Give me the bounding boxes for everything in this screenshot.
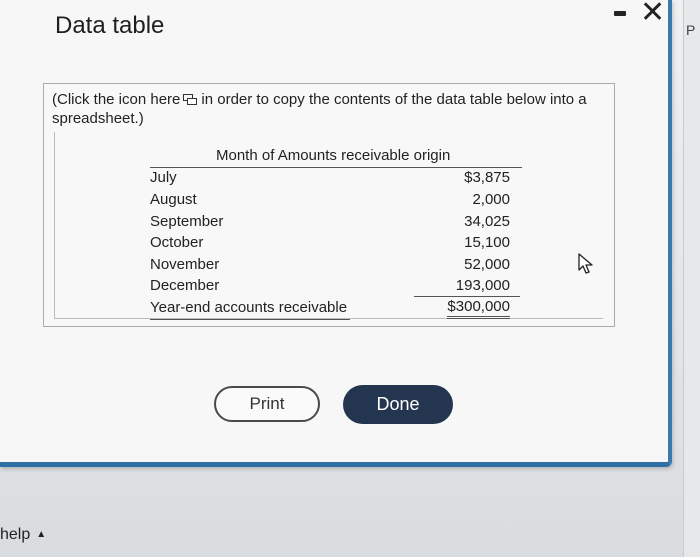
total-label: Year-end accounts receivable: [150, 299, 348, 316]
receivables-table: Month of Amounts receivable origin July …: [54, 84, 603, 322]
header-rule: [150, 167, 522, 168]
dialog-title: Data table: [55, 12, 165, 39]
row-amount-december: 193,000: [455, 277, 510, 294]
subtotal-rule: [414, 296, 520, 297]
print-button[interactable]: Print: [214, 386, 320, 422]
close-icon[interactable]: ✕: [640, 0, 665, 28]
edge-peek-text: P: [686, 22, 696, 38]
total-label-rule: [150, 319, 350, 320]
row-label-july: July: [150, 169, 177, 186]
row-label-september: September: [150, 213, 224, 230]
help-label: help: [0, 526, 31, 543]
data-table-panel: (Click the icon here in order to copy the…: [43, 83, 615, 327]
row-amount-september: 34,025: [464, 213, 510, 230]
minimize-icon[interactable]: [614, 11, 626, 16]
row-label-october: October: [150, 234, 204, 251]
row-amount-november: 52,000: [464, 256, 510, 273]
total-amount: $300,000: [447, 298, 510, 319]
table-left-border: [54, 132, 55, 318]
row-amount-july: $3,875: [464, 169, 510, 186]
right-side-panel: P: [683, 0, 700, 557]
data-table-dialog: Data table ✕ (Click the icon here in orde…: [0, 0, 672, 467]
row-label-november: November: [150, 256, 220, 273]
table-header: Month of Amounts receivable origin: [216, 147, 451, 164]
caret-up-icon: ▲: [36, 529, 47, 540]
row-label-december: December: [150, 277, 220, 294]
mouse-pointer-icon: [578, 253, 593, 274]
done-button[interactable]: Done: [343, 385, 453, 424]
row-amount-october: 15,100: [464, 234, 510, 251]
row-label-august: August: [150, 191, 197, 208]
row-amount-august: 2,000: [472, 191, 510, 208]
help-link[interactable]: help ▲: [0, 526, 46, 544]
